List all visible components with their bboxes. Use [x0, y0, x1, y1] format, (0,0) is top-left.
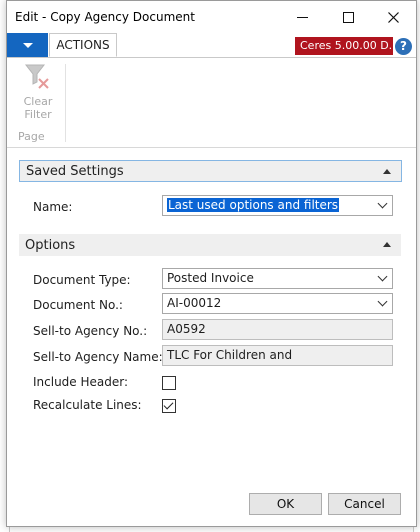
dialog-content: Saved Settings Name: Last used options a…: [7, 148, 416, 526]
recalculate-lines-label: Recalculate Lines:: [33, 398, 142, 412]
recalculate-lines-checkbox[interactable]: [162, 399, 176, 413]
version-badge: Ceres 5.00.00 D...: [295, 37, 393, 55]
sell-to-agency-no-value: A0592: [167, 322, 206, 336]
sell-to-agency-name-label: Sell-to Agency Name:: [33, 350, 163, 364]
document-no-label: Document No.:: [33, 298, 123, 312]
include-header-checkbox[interactable]: [162, 376, 176, 390]
document-no-dropdown[interactable]: AI-00012: [162, 293, 393, 314]
sell-to-agency-name-value: TLC For Children and: [167, 348, 293, 362]
window-title: Edit - Copy Agency Document: [15, 10, 195, 24]
ribbon-group-label: Page: [18, 130, 45, 143]
clear-filter-button[interactable]: Clear Filter: [16, 62, 60, 121]
maximize-button[interactable]: [325, 1, 371, 33]
sell-to-agency-no-field: A0592: [162, 319, 393, 340]
title-bar: Edit - Copy Agency Document: [7, 1, 416, 33]
ribbon-tab-bar: ACTIONS Ceres 5.00.00 D... ?: [7, 33, 416, 58]
caret-down-icon: [22, 42, 33, 48]
saved-settings-title: Saved Settings: [26, 163, 124, 179]
sell-to-agency-name-field: TLC For Children and: [162, 345, 393, 366]
name-dropdown[interactable]: Last used options and filters: [162, 195, 393, 216]
options-header[interactable]: Options: [19, 234, 401, 256]
chevron-down-icon: [377, 271, 388, 282]
clear-filter-label-line-2: Filter: [24, 108, 52, 121]
checkmark-icon: [163, 399, 174, 410]
name-value: Last used options and filters: [167, 198, 340, 212]
minimize-button[interactable]: [279, 1, 325, 33]
options-title: Options: [25, 237, 76, 253]
saved-settings-header[interactable]: Saved Settings: [19, 160, 402, 182]
document-type-value: Posted Invoice: [167, 271, 254, 285]
close-button[interactable]: [370, 1, 416, 33]
help-icon[interactable]: ?: [395, 38, 412, 55]
document-no-value: AI-00012: [167, 296, 222, 310]
name-label: Name:: [33, 200, 73, 214]
cancel-button[interactable]: Cancel: [328, 493, 401, 515]
chevron-down-icon: [377, 198, 388, 209]
application-menu-button[interactable]: [7, 33, 48, 57]
include-header-label: Include Header:: [33, 375, 129, 389]
close-icon: [387, 11, 399, 23]
ok-button[interactable]: OK: [249, 493, 322, 515]
ribbon-actions-panel: Clear Filter Page: [7, 58, 416, 148]
document-type-dropdown[interactable]: Posted Invoice: [162, 268, 393, 289]
chevron-down-icon: [377, 296, 388, 307]
clear-filter-label-line-1: Clear: [23, 95, 53, 108]
copy-agency-document-dialog: Edit - Copy Agency Document ACTIONS Cere…: [6, 0, 417, 527]
collapse-chevron-icon: [383, 242, 391, 247]
clear-filter-icon: [24, 64, 49, 89]
minimize-icon: [296, 16, 308, 18]
sell-to-agency-no-label: Sell-to Agency No.:: [33, 324, 148, 338]
tab-actions[interactable]: ACTIONS: [49, 33, 117, 57]
maximize-icon: [342, 11, 354, 23]
ribbon-group-separator: [65, 64, 66, 142]
collapse-chevron-icon: [383, 169, 391, 174]
document-type-label: Document Type:: [33, 273, 131, 287]
